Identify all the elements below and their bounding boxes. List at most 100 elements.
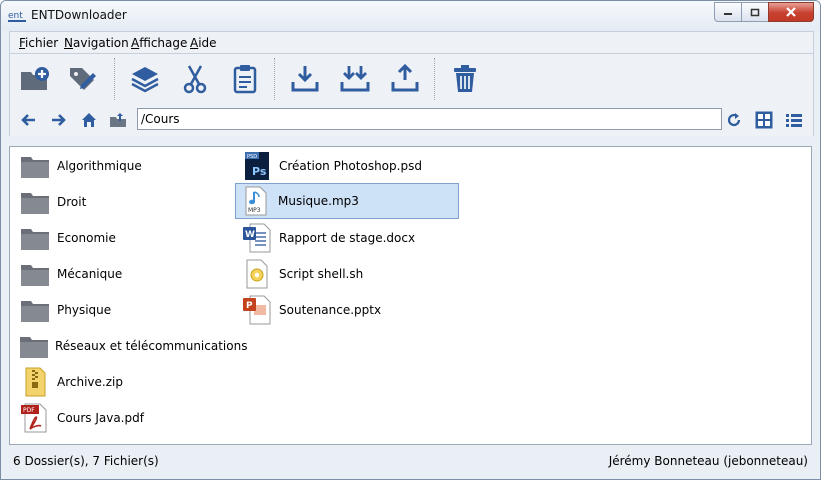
file-name: Musique.mp3 bbox=[278, 194, 359, 208]
folder-item[interactable]: Mécanique bbox=[15, 257, 235, 291]
psd-icon: PSD Ps bbox=[245, 152, 269, 180]
close-icon bbox=[786, 7, 796, 17]
maximize-button[interactable] bbox=[741, 2, 768, 22]
item-count: 6 Dossier(s), 7 Fichier(s) bbox=[13, 454, 159, 468]
close-button[interactable] bbox=[768, 2, 814, 22]
file-name: Economie bbox=[57, 231, 116, 245]
window-title: ENTDownloader bbox=[31, 8, 127, 22]
folder-icon bbox=[21, 193, 49, 214]
file-item[interactable]: P Soutenance.pptx bbox=[237, 293, 459, 327]
file-item[interactable]: W Rapport de stage.docx bbox=[237, 221, 459, 255]
refresh-icon bbox=[727, 113, 741, 127]
file-name: Cours Java.pdf bbox=[57, 411, 144, 425]
scissors-icon bbox=[183, 65, 207, 94]
home-button[interactable] bbox=[79, 110, 99, 130]
folder-item[interactable]: Algorithmique bbox=[15, 149, 235, 183]
file-browser: Algorithmique Droit Economie Mécanique P… bbox=[9, 146, 812, 445]
minimize-icon bbox=[724, 13, 732, 15]
file-item[interactable]: PSD Ps Création Photoshop.psd bbox=[237, 149, 459, 183]
pptx-icon: P bbox=[243, 295, 271, 325]
menu-aide[interactable]: Aide bbox=[190, 36, 217, 50]
svg-text:Ps: Ps bbox=[252, 165, 267, 178]
toolbar-separator bbox=[114, 58, 115, 100]
window-controls bbox=[714, 2, 814, 22]
select-all-button[interactable] bbox=[128, 62, 162, 96]
menu-bar: Fichier Navigation Affichage Aide bbox=[9, 31, 814, 54]
app-window: ent ENTDownloader Fichier Navigation Aff… bbox=[0, 0, 821, 480]
mp3-icon: MP3 bbox=[245, 186, 267, 216]
navigation-bar bbox=[9, 104, 814, 136]
file-name: Réseaux et télécommunications bbox=[55, 339, 248, 353]
clipboard-icon bbox=[233, 65, 257, 94]
svg-text:W: W bbox=[245, 230, 255, 240]
folder-item[interactable]: Réseaux et télécommunications bbox=[15, 329, 247, 363]
arrow-right-icon bbox=[52, 114, 66, 126]
delete-button[interactable] bbox=[448, 62, 482, 96]
app-logo-icon: ent bbox=[8, 11, 26, 22]
maximize-icon bbox=[750, 8, 760, 16]
list-view-icon bbox=[786, 114, 802, 127]
script-icon bbox=[246, 259, 268, 289]
pdf-icon: PDF bbox=[21, 403, 47, 433]
forward-button[interactable] bbox=[49, 110, 69, 130]
refresh-button[interactable] bbox=[724, 110, 744, 130]
title-bar[interactable]: ent ENTDownloader bbox=[1, 1, 820, 31]
home-icon bbox=[82, 113, 96, 127]
file-name: Script shell.sh bbox=[279, 267, 364, 281]
svg-text:PDF: PDF bbox=[23, 407, 35, 414]
file-item[interactable]: Archive.zip bbox=[15, 365, 235, 399]
file-item[interactable]: Script shell.sh bbox=[237, 257, 459, 291]
docx-icon: W bbox=[243, 223, 271, 253]
zip-icon bbox=[25, 367, 46, 397]
file-item-selected[interactable]: MP3 Musique.mp3 bbox=[235, 183, 459, 219]
new-folder-button[interactable] bbox=[18, 62, 52, 96]
parent-folder-button[interactable] bbox=[108, 110, 128, 130]
file-item[interactable]: PDF Cours Java.pdf bbox=[15, 401, 235, 435]
grid-view-icon bbox=[755, 111, 773, 129]
paste-button[interactable] bbox=[228, 62, 262, 96]
folder-icon bbox=[21, 301, 49, 322]
menu-affichage[interactable]: Affichage bbox=[131, 36, 187, 50]
file-name: Rapport de stage.docx bbox=[279, 231, 416, 245]
double-download-icon bbox=[340, 66, 370, 92]
file-name: Algorithmique bbox=[57, 159, 142, 173]
rename-button[interactable] bbox=[66, 62, 100, 96]
file-name: Mécanique bbox=[57, 267, 123, 281]
svg-text:PSD: PSD bbox=[247, 154, 257, 160]
layers-icon bbox=[131, 67, 159, 93]
user-name: Jérémy Bonneteau (jebonneteau) bbox=[608, 454, 808, 468]
status-bar: 6 Dossier(s), 7 Fichier(s) Jérémy Bonnet… bbox=[9, 449, 812, 473]
folder-item[interactable]: Droit bbox=[15, 185, 235, 219]
minimize-button[interactable] bbox=[714, 2, 741, 22]
folder-icon bbox=[20, 337, 48, 358]
file-name: Archive.zip bbox=[57, 375, 123, 389]
folder-up-icon bbox=[110, 113, 126, 127]
back-button[interactable] bbox=[18, 110, 38, 130]
folder-plus-icon bbox=[21, 67, 49, 90]
download-button[interactable] bbox=[288, 62, 322, 96]
folder-icon bbox=[21, 157, 49, 178]
cut-button[interactable] bbox=[178, 62, 212, 96]
menu-fichier[interactable]: Fichier bbox=[19, 36, 58, 50]
toolbar-separator bbox=[274, 58, 275, 100]
icon-view-button[interactable] bbox=[754, 110, 774, 130]
folder-item[interactable]: Physique bbox=[15, 293, 235, 327]
folder-icon bbox=[21, 265, 49, 286]
download-icon bbox=[291, 66, 319, 92]
file-name: Physique bbox=[57, 303, 112, 317]
file-name: Création Photoshop.psd bbox=[279, 159, 422, 173]
trash-icon bbox=[454, 65, 476, 92]
file-name: Soutenance.pptx bbox=[279, 303, 382, 317]
menu-navigation[interactable]: Navigation bbox=[64, 36, 129, 50]
arrow-left-icon bbox=[21, 114, 35, 126]
svg-text:ent: ent bbox=[8, 11, 23, 21]
path-input[interactable] bbox=[137, 108, 722, 130]
folder-item[interactable]: Economie bbox=[15, 221, 235, 255]
upload-button[interactable] bbox=[388, 62, 422, 96]
download-all-button[interactable] bbox=[338, 62, 372, 96]
file-name: Droit bbox=[57, 195, 87, 209]
tag-edit-icon bbox=[70, 68, 96, 90]
list-view-button[interactable] bbox=[784, 110, 804, 130]
svg-text:P: P bbox=[246, 301, 253, 311]
toolbar bbox=[9, 53, 814, 105]
